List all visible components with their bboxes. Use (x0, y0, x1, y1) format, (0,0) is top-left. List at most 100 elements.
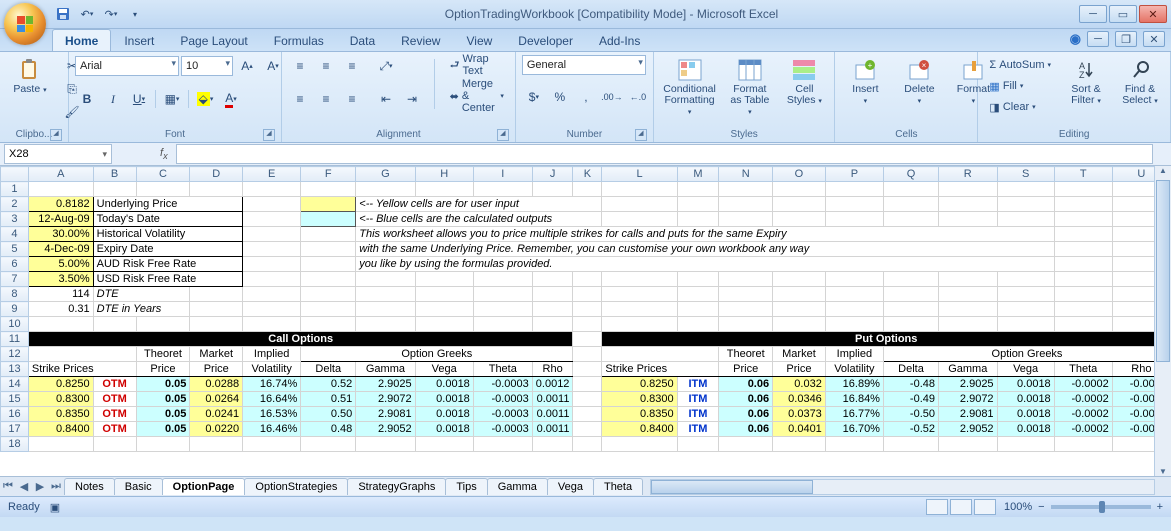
cell-B7[interactable]: USD Risk Free Rate (93, 272, 242, 287)
cell-A2[interactable]: 0.8182 (28, 197, 93, 212)
cell-R2[interactable] (939, 197, 998, 212)
vertical-scrollbar[interactable]: ▲ ▼ (1154, 166, 1171, 476)
cell-D15[interactable]: 0.0264 (190, 392, 243, 407)
col-header-A[interactable]: A (28, 167, 93, 182)
cell-A7[interactable]: 3.50% (28, 272, 93, 287)
cell-B4[interactable]: Historical Volatility (93, 227, 242, 242)
cell-F7[interactable] (301, 272, 356, 287)
cell-D18[interactable] (190, 437, 243, 452)
cell-E16[interactable]: 16.53% (243, 407, 301, 422)
cell-G17[interactable]: 2.9052 (356, 422, 415, 437)
cell-M7[interactable] (677, 272, 719, 287)
cell-R17[interactable]: 2.9052 (939, 422, 998, 437)
cell-A1[interactable] (28, 182, 93, 197)
cell-M15[interactable]: ITM (677, 392, 719, 407)
cell-T3[interactable] (1054, 212, 1112, 227)
cell-L15[interactable]: 0.8300 (602, 392, 677, 407)
cell-P9[interactable] (825, 302, 883, 317)
cell-E12[interactable]: Implied (243, 347, 301, 362)
cell-T14[interactable]: -0.0002 (1054, 377, 1112, 392)
border-icon[interactable]: ▦▾ (160, 88, 184, 110)
col-header-K[interactable]: K (573, 167, 602, 182)
wrap-text-button[interactable]: ⮐Wrap Text (445, 55, 509, 75)
cell-B16[interactable]: OTM (93, 407, 136, 422)
cell-A15[interactable]: 0.8300 (28, 392, 93, 407)
cell-G3[interactable]: <-- Blue cells are the calculated output… (356, 212, 602, 227)
cell-J13[interactable]: Rho (532, 362, 573, 377)
fill-button[interactable]: ▦Fill▾ (984, 76, 1056, 96)
sheet-tab-theta[interactable]: Theta (593, 478, 643, 495)
cell-H1[interactable] (415, 182, 473, 197)
cell-N18[interactable] (719, 437, 773, 452)
cell-L10[interactable] (602, 317, 677, 332)
cell-T15[interactable]: -0.0002 (1054, 392, 1112, 407)
cell-L3[interactable] (602, 212, 677, 227)
cell-L18[interactable] (602, 437, 677, 452)
cell-S2[interactable] (997, 197, 1054, 212)
cell-T17[interactable]: -0.0002 (1054, 422, 1112, 437)
cell-N8[interactable] (719, 287, 773, 302)
format-as-table-button[interactable]: Format as Table ▾ (725, 55, 774, 121)
row-header-10[interactable]: 10 (1, 317, 29, 332)
tab-nav-last[interactable]: ⏭ (48, 480, 64, 493)
cell-styles-button[interactable]: Cell Styles ▾ (780, 55, 828, 110)
cell-G4[interactable]: This worksheet allows you to price multi… (356, 227, 1054, 242)
cell-O7[interactable] (773, 272, 826, 287)
row-header-12[interactable]: 12 (1, 347, 29, 362)
minimize-button[interactable]: ─ (1079, 5, 1107, 23)
cell-M1[interactable] (677, 182, 719, 197)
cell-B18[interactable] (93, 437, 136, 452)
cell-G2[interactable]: <-- Yellow cells are for user input (356, 197, 602, 212)
cell-R18[interactable] (939, 437, 998, 452)
cell-D13[interactable]: Price (190, 362, 243, 377)
cell-L8[interactable] (602, 287, 677, 302)
cell-B17[interactable]: OTM (93, 422, 136, 437)
cell-A6[interactable]: 5.00% (28, 257, 93, 272)
cell-J9[interactable] (532, 302, 573, 317)
clear-button[interactable]: ◨Clear▾ (984, 97, 1056, 117)
row-header-16[interactable]: 16 (1, 407, 29, 422)
zoom-level[interactable]: 100% (1004, 501, 1032, 513)
redo-icon[interactable]: ↷▾ (102, 5, 120, 23)
cell-G9[interactable] (356, 302, 415, 317)
help-icon[interactable]: ◉ (1070, 31, 1081, 47)
decrease-indent-icon[interactable]: ⇤ (374, 88, 398, 110)
col-header-P[interactable]: P (825, 167, 883, 182)
align-middle-icon[interactable]: ≡ (314, 55, 338, 77)
cell-R13[interactable]: Gamma (939, 362, 998, 377)
cell-D8[interactable] (190, 287, 243, 302)
cell-M3[interactable] (677, 212, 719, 227)
col-header-F[interactable]: F (301, 167, 356, 182)
cell-D10[interactable] (190, 317, 243, 332)
sheet-tab-optionpage[interactable]: OptionPage (162, 478, 246, 495)
cell-P7[interactable] (825, 272, 883, 287)
cell-R10[interactable] (939, 317, 998, 332)
cell-T9[interactable] (1054, 302, 1112, 317)
cell-Q7[interactable] (883, 272, 938, 287)
cell-A17[interactable]: 0.8400 (28, 422, 93, 437)
cell-N7[interactable] (719, 272, 773, 287)
cell-N3[interactable] (719, 212, 773, 227)
cell-P2[interactable] (825, 197, 883, 212)
cell-O2[interactable] (773, 197, 826, 212)
cell-L2[interactable] (602, 197, 677, 212)
cell-E13[interactable]: Volatility (243, 362, 301, 377)
row-header-2[interactable]: 2 (1, 197, 29, 212)
doc-minimize-button[interactable]: ─ (1087, 31, 1109, 47)
currency-icon[interactable]: $▾ (522, 86, 546, 108)
cell-C15[interactable]: 0.05 (136, 392, 190, 407)
cell-M14[interactable]: ITM (677, 377, 719, 392)
cell-M17[interactable]: ITM (677, 422, 719, 437)
cell-P13[interactable]: Volatility (825, 362, 883, 377)
col-header-I[interactable]: I (473, 167, 532, 182)
cell-O13[interactable]: Price (773, 362, 826, 377)
row-header-1[interactable]: 1 (1, 182, 29, 197)
cell-Q9[interactable] (883, 302, 938, 317)
maximize-button[interactable]: ▭ (1109, 5, 1137, 23)
cell-B14[interactable]: OTM (93, 377, 136, 392)
cell-E2[interactable] (243, 197, 301, 212)
cell-M2[interactable] (677, 197, 719, 212)
cell-Q13[interactable]: Delta (883, 362, 938, 377)
cell-I15[interactable]: -0.0003 (473, 392, 532, 407)
cell-I17[interactable]: -0.0003 (473, 422, 532, 437)
